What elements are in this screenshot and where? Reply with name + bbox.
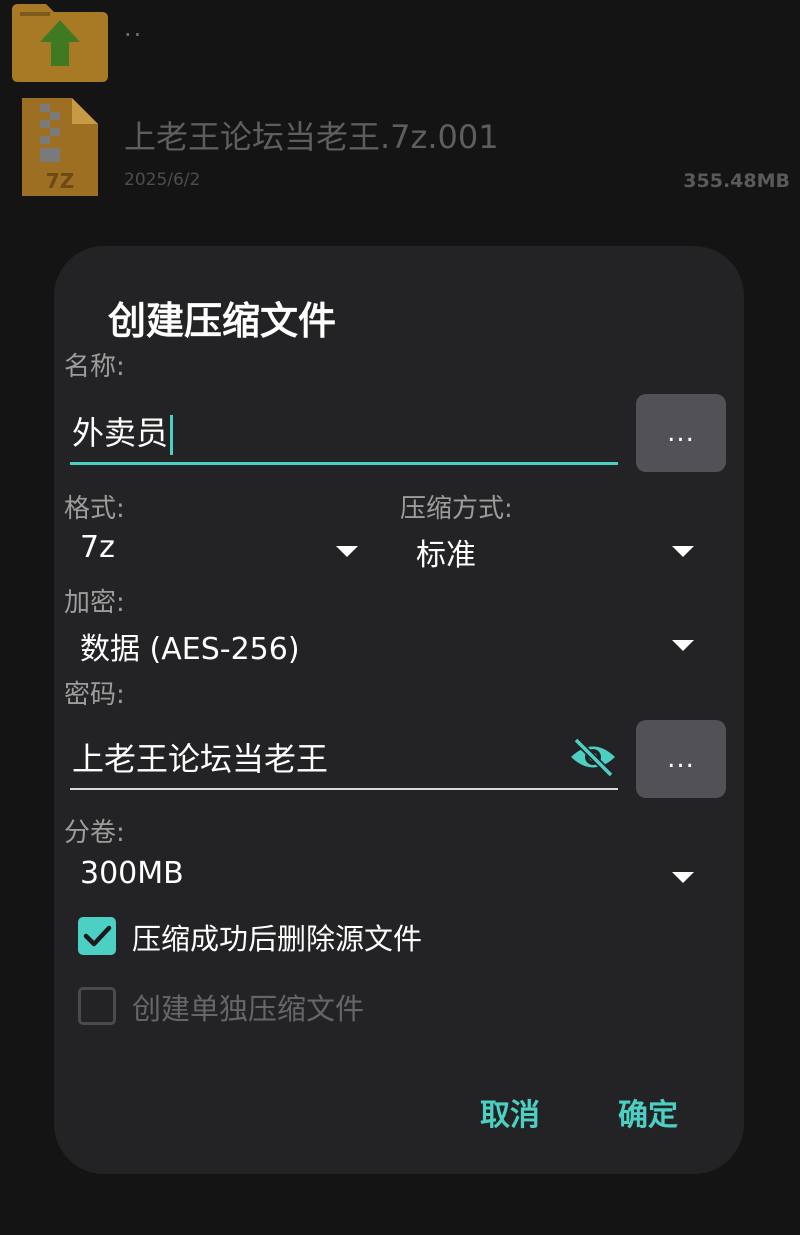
delete-source-checkbox[interactable]	[78, 917, 116, 955]
name-label: 名称:	[64, 352, 125, 382]
name-input-underline	[70, 462, 618, 465]
archive-name-input[interactable]: 外卖员	[70, 396, 620, 468]
create-archive-dialog: 创建压缩文件 名称: 外卖员 ... 格式: 压缩方式: 7z 标准 加密: 数…	[54, 246, 744, 1174]
format-dropdown-arrow-icon	[336, 546, 358, 557]
text-caret	[170, 415, 174, 455]
archive-file-row[interactable]: 7Z 上老王论坛当老王.7z.001 2025/6/2 355.48MB	[0, 92, 800, 202]
password-value: 上老王论坛当老王	[72, 740, 329, 778]
split-dropdown-arrow-icon	[672, 872, 694, 883]
archive-badge: 7Z	[46, 169, 74, 193]
compression-method-label: 压缩方式:	[400, 494, 513, 524]
delete-source-checkbox-row[interactable]: 压缩成功后删除源文件	[78, 914, 498, 958]
separate-archives-checkbox-row[interactable]: 创建单独压缩文件	[78, 984, 458, 1028]
encryption-value: 数据 (AES-256)	[80, 632, 300, 667]
encryption-dropdown-arrow-icon	[672, 640, 694, 651]
folder-up-icon	[12, 4, 108, 82]
cancel-button[interactable]: 取消	[480, 1090, 540, 1134]
format-label: 格式:	[64, 494, 125, 524]
delete-source-label: 压缩成功后删除源文件	[132, 922, 423, 956]
method-dropdown-arrow-icon	[672, 546, 694, 557]
eye-off-icon[interactable]	[568, 736, 618, 778]
archive-file-name: 上老王论坛当老王.7z.001	[124, 118, 499, 156]
archive-file-size: 355.48MB	[683, 170, 790, 192]
separate-archives-checkbox[interactable]	[78, 987, 116, 1025]
encryption-label: 加密:	[64, 588, 125, 618]
separate-archives-label: 创建单独压缩文件	[132, 992, 365, 1026]
compression-method-value: 标准	[416, 538, 476, 573]
split-volume-dropdown[interactable]: 300MB	[74, 852, 700, 902]
archive-file-date: 2025/6/2	[124, 170, 201, 190]
password-input-underline	[70, 788, 618, 790]
ok-button[interactable]: 确定	[618, 1090, 678, 1134]
password-input[interactable]: 上老王论坛当老王	[70, 722, 620, 792]
password-label: 密码:	[64, 680, 125, 710]
format-value: 7z	[80, 530, 115, 565]
split-volume-value: 300MB	[80, 856, 184, 891]
format-dropdown[interactable]: 7z	[74, 526, 364, 576]
encryption-dropdown[interactable]: 数据 (AES-256)	[74, 620, 700, 670]
password-more-button[interactable]: ...	[636, 720, 726, 798]
split-volume-label: 分卷:	[64, 818, 125, 848]
parent-folder-row[interactable]: ..	[0, 0, 800, 88]
archive-7z-icon: 7Z	[22, 98, 98, 196]
checkmark-icon	[83, 925, 112, 947]
archive-name-value: 外卖员	[72, 414, 169, 452]
parent-folder-label: ..	[124, 14, 144, 42]
name-browse-button[interactable]: ...	[636, 394, 726, 472]
compression-method-dropdown[interactable]: 标准	[410, 526, 700, 576]
dialog-title: 创建压缩文件	[108, 299, 337, 343]
